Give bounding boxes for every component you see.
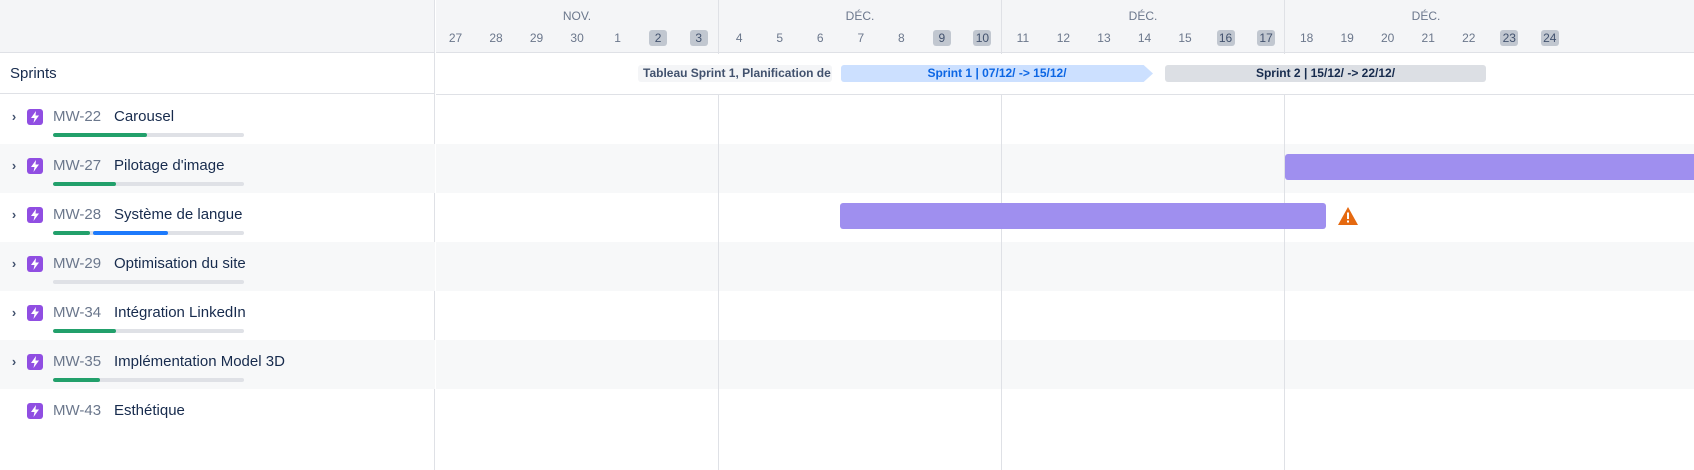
- issue-key[interactable]: MW-28: [53, 206, 101, 223]
- progress-bar: [53, 329, 244, 333]
- issue-row-mw-35[interactable]: › MW-35 Implémentation Model 3D: [0, 340, 435, 389]
- timeline-bar-mw-28[interactable]: [840, 203, 1326, 229]
- issue-key[interactable]: MW-34: [53, 304, 101, 321]
- month-divider: [1001, 0, 1002, 53]
- timeline-row: [436, 242, 1694, 291]
- month-divider: [1284, 0, 1285, 53]
- issue-title[interactable]: Pilotage d'image: [114, 157, 224, 174]
- day-label: 28: [489, 31, 503, 45]
- issue-title[interactable]: Esthétique: [114, 402, 185, 419]
- day-label: 20: [1381, 31, 1395, 45]
- issue-row-mw-27[interactable]: › MW-27 Pilotage d'image: [0, 144, 435, 193]
- sprints-label: Sprints: [0, 53, 434, 94]
- warning-icon[interactable]: [1338, 207, 1358, 225]
- day-label: 3: [689, 30, 708, 46]
- chevron-right-icon[interactable]: ›: [8, 208, 20, 222]
- day-label: 8: [897, 31, 905, 45]
- day-label: 14: [1137, 31, 1152, 45]
- month-label: NOV.: [562, 9, 592, 23]
- day-label: 18: [1299, 31, 1314, 45]
- timeline-row: [436, 95, 1694, 144]
- progress-done: [53, 378, 100, 382]
- timeline-row: [436, 340, 1694, 389]
- timeline-header: NOV. DÉC. DÉC. DÉC. 27 28 29 30 1 2 3 4 5 6 7 8 9 10 1…: [436, 0, 1694, 53]
- issue-list-panel: Sprints › MW-22 Carousel › MW-27 Pilotag…: [0, 0, 435, 470]
- issue-row-mw-34[interactable]: › MW-34 Intégration LinkedIn: [0, 291, 435, 340]
- issue-row-mw-29[interactable]: › MW-29 Optimisation du site: [0, 242, 435, 291]
- progress-in-progress: [93, 231, 168, 235]
- issue-title[interactable]: Système de langue: [114, 206, 242, 223]
- progress-bar: [53, 133, 244, 137]
- day-label: 29: [529, 31, 544, 45]
- epic-lightning-icon: [27, 354, 43, 370]
- epic-lightning-icon: [27, 403, 43, 419]
- chevron-right-icon[interactable]: ›: [8, 159, 20, 173]
- month-divider: [718, 0, 719, 53]
- day-label: 12: [1056, 31, 1071, 45]
- progress-bar: [53, 280, 244, 284]
- progress-done: [53, 133, 147, 137]
- day-label: 5: [776, 31, 784, 45]
- progress-done: [53, 231, 90, 235]
- sprint-chip-tableau[interactable]: Tableau Sprint 1, Planification de: [638, 65, 832, 82]
- sprint-chip-sprint-1[interactable]: Sprint 1 | 07/12/ -> 15/12/: [841, 65, 1153, 82]
- day-label: 17: [1257, 30, 1276, 46]
- issue-list-header: [0, 0, 434, 53]
- issue-title[interactable]: Carousel: [114, 108, 174, 125]
- progress-bar: [53, 182, 244, 186]
- timeline-row: [436, 291, 1694, 340]
- day-label: 30: [570, 31, 584, 45]
- day-label: 11: [1016, 31, 1030, 45]
- day-label: 23: [1500, 30, 1519, 46]
- timeline-row: [436, 389, 1694, 438]
- progress-bar: [53, 378, 244, 382]
- timeline-bar-mw-27[interactable]: [1285, 154, 1694, 180]
- day-label: 15: [1178, 31, 1192, 45]
- sprints-row: Tableau Sprint 1, Planification de Sprin…: [436, 54, 1694, 95]
- epic-lightning-icon: [27, 109, 43, 125]
- day-label: 7: [857, 31, 865, 45]
- chevron-right-icon[interactable]: ›: [8, 306, 20, 320]
- issue-key[interactable]: MW-43: [53, 402, 101, 419]
- epic-lightning-icon: [27, 256, 43, 272]
- day-label: 4: [735, 31, 743, 45]
- month-label: DÉC.: [845, 9, 875, 23]
- day-label: 6: [816, 31, 824, 45]
- month-label: DÉC.: [1411, 9, 1441, 23]
- day-label: 2: [649, 30, 668, 46]
- day-label: 1: [614, 31, 621, 45]
- epic-lightning-icon: [27, 207, 43, 223]
- issue-title[interactable]: Implémentation Model 3D: [114, 353, 285, 370]
- day-label: 9: [932, 30, 951, 46]
- day-label: 22: [1462, 31, 1476, 45]
- day-label: 27: [448, 31, 463, 45]
- chevron-right-icon[interactable]: ›: [8, 110, 20, 124]
- issue-title[interactable]: Optimisation du site: [114, 255, 246, 272]
- day-label: 13: [1097, 31, 1111, 45]
- day-label: 16: [1216, 30, 1235, 46]
- issue-key[interactable]: MW-35: [53, 353, 101, 370]
- epic-lightning-icon: [27, 158, 43, 174]
- month-label: DÉC.: [1128, 9, 1158, 23]
- issue-row-mw-28[interactable]: › MW-28 Système de langue: [0, 193, 435, 242]
- day-label: 24: [1540, 30, 1559, 46]
- epic-lightning-icon: [27, 305, 43, 321]
- progress-bar: [53, 231, 244, 235]
- progress-done: [53, 182, 116, 186]
- issue-key[interactable]: MW-22: [53, 108, 101, 125]
- progress-done: [53, 329, 116, 333]
- issue-key[interactable]: MW-29: [53, 255, 101, 272]
- day-label: 19: [1340, 31, 1354, 45]
- chevron-right-icon[interactable]: ›: [8, 355, 20, 369]
- issue-row-mw-43[interactable]: MW-43 Esthétique: [0, 389, 435, 438]
- issue-row-mw-22[interactable]: › MW-22 Carousel: [0, 95, 435, 144]
- chevron-right-icon[interactable]: ›: [8, 257, 20, 271]
- day-label: 10: [973, 30, 992, 46]
- sprint-chip-sprint-2[interactable]: Sprint 2 | 15/12/ -> 22/12/: [1165, 65, 1486, 82]
- issue-title[interactable]: Intégration LinkedIn: [114, 304, 246, 321]
- issue-key[interactable]: MW-27: [53, 157, 101, 174]
- day-label: 21: [1421, 31, 1435, 45]
- timeline-grid: NOV. DÉC. DÉC. DÉC. 27 28 29 30 1 2 3 4 5 6 7 8 9 10 1…: [436, 0, 1694, 470]
